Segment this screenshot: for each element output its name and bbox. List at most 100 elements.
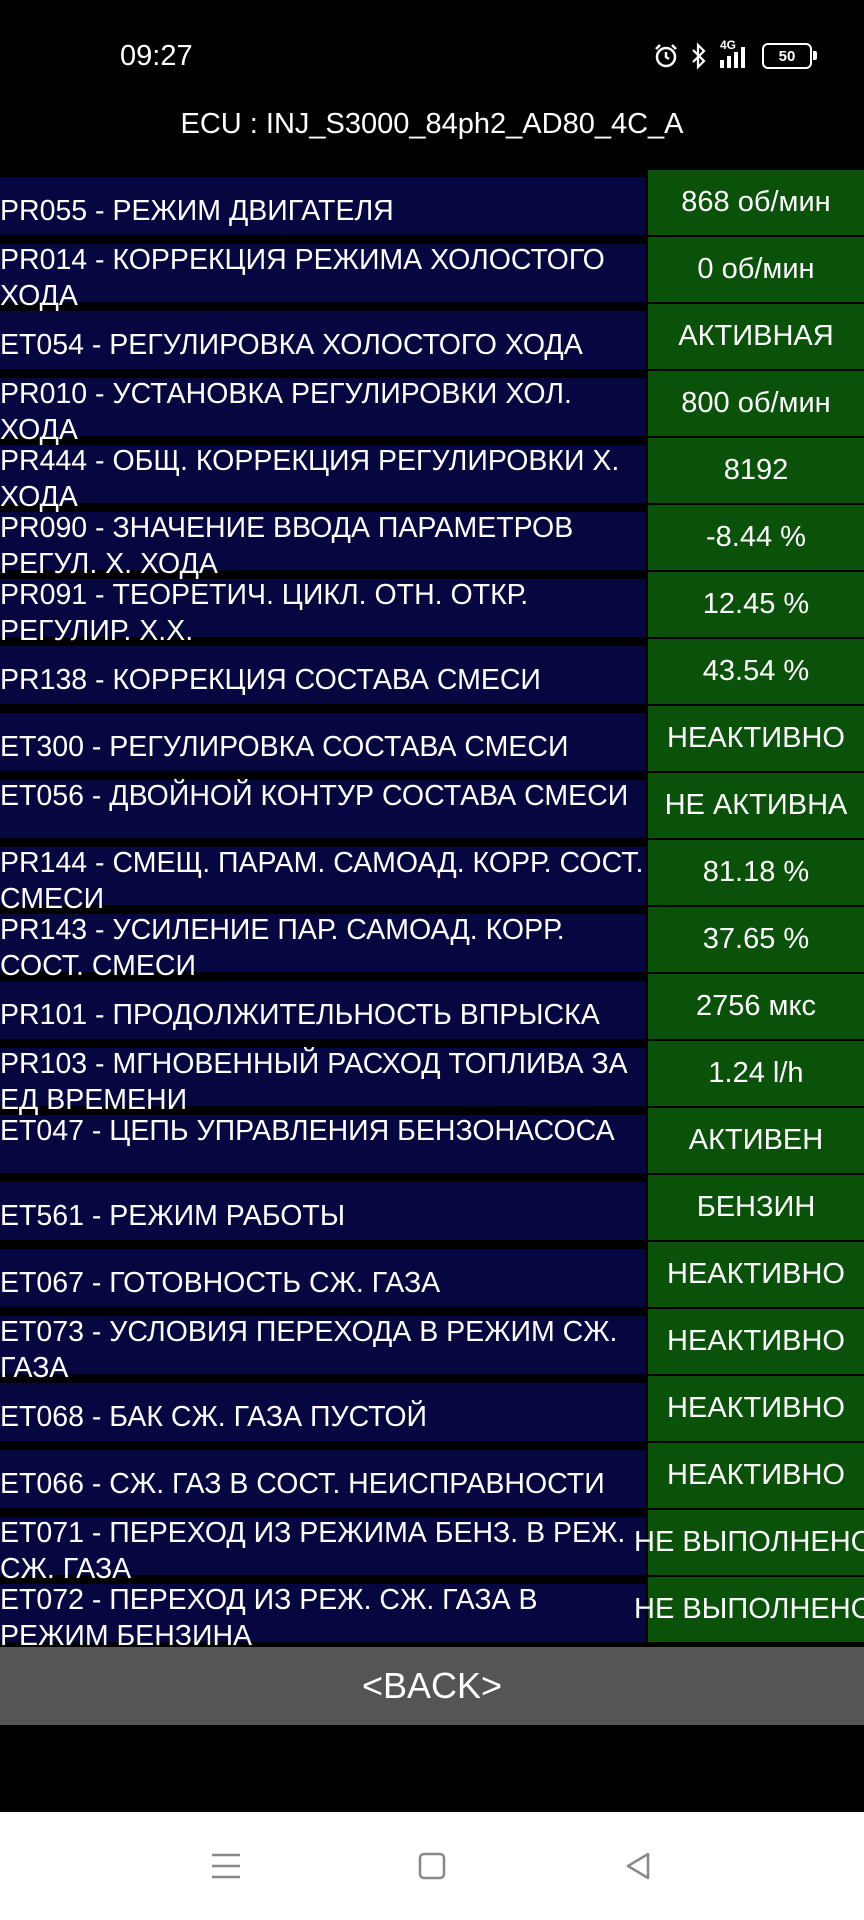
parameter-value: БЕНЗИН: [648, 1175, 864, 1240]
parameter-value-text: 37.65 %: [702, 923, 810, 955]
parameter-name: PR101 - ПРОДОЛЖИТЕЛЬНОСТЬ ВПРЫСКА: [0, 981, 646, 1039]
parameter-value: 0 об/мин: [648, 237, 864, 302]
parameter-row[interactable]: PR055 - РЕЖИМ ДВИГАТЕЛЯ 868 об/мин: [0, 170, 864, 237]
alarm-icon: [652, 42, 680, 70]
parameter-value-text: 8192: [723, 454, 789, 486]
parameter-row[interactable]: PR103 - МГНОВЕННЫЙ РАСХОД ТОПЛИВА ЗА ЕД …: [0, 1041, 864, 1116]
parameter-value: НЕАКТИВНО: [648, 706, 864, 771]
parameter-row[interactable]: PR138 - КОРРЕКЦИЯ СОСТАВА СМЕСИ 43.54 %: [0, 639, 864, 706]
parameter-name: PR010 - УСТАНОВКА РЕГУЛИРОВКИ ХОЛ. ХОДА: [0, 378, 646, 446]
parameter-name-text: PR101 - ПРОДОЛЖИТЕЛЬНОСТЬ ВПРЫСКА: [0, 999, 600, 1031]
parameter-row[interactable]: ET561 - РЕЖИМ РАБОТЫ БЕНЗИН: [0, 1175, 864, 1242]
parameter-name-text: ET072 - ПЕРЕХОД ИЗ РЕЖ. СЖ. ГАЗА В РЕЖИМ…: [0, 1584, 538, 1645]
ecu-title: ECU : INJ_S3000_84ph2_AD80_4C_A: [180, 108, 684, 140]
parameter-row[interactable]: ET071 - ПЕРЕХОД ИЗ РЕЖИМА БЕНЗ. В РЕЖ. С…: [0, 1510, 864, 1585]
parameter-name: PR143 - УСИЛЕНИЕ ПАР. САМОАД. КОРР. СОСТ…: [0, 914, 646, 982]
parameter-name: ET561 - РЕЖИМ РАБОТЫ: [0, 1182, 646, 1240]
parameter-value-text: 868 об/мин: [681, 186, 831, 218]
parameter-name: ET056 - ДВОЙНОЙ КОНТУР СОСТАВА СМЕСИ: [0, 780, 646, 838]
parameter-name: ET067 - ГОТОВНОСТЬ СЖ. ГАЗА: [0, 1249, 646, 1307]
parameter-row[interactable]: PR090 - ЗНАЧЕНИЕ ВВОДА ПАРАМЕТРОВ РЕГУЛ.…: [0, 505, 864, 580]
back-triangle-icon[interactable]: [614, 1842, 662, 1890]
parameter-value-text: НЕАКТИВНО: [667, 1392, 845, 1424]
parameter-name: ET300 - РЕГУЛИРОВКА СОСТАВА СМЕСИ: [0, 713, 646, 771]
signal-icon: 4G: [718, 38, 752, 70]
parameter-value-text: АКТИВНАЯ: [678, 320, 834, 352]
parameter-value-text: НЕ ВЫПОЛНЕНО: [634, 1526, 864, 1558]
parameter-row[interactable]: PR014 - КОРРЕКЦИЯ РЕЖИМА ХОЛОСТОГО ХОДА 0…: [0, 237, 864, 312]
parameter-name: PR055 - РЕЖИМ ДВИГАТЕЛЯ: [0, 177, 646, 235]
parameter-value: АКТИВЕН: [648, 1108, 864, 1173]
parameter-value-text: 800 об/мин: [681, 387, 831, 419]
parameter-row[interactable]: PR144 - СМЕЩ. ПАРАМ. САМОАД. КОРР. СОСТ.…: [0, 840, 864, 915]
parameter-value-text: НЕ АКТИВНА: [664, 789, 848, 821]
parameter-value-text: 12.45 %: [702, 588, 810, 620]
parameter-name: ET071 - ПЕРЕХОД ИЗ РЕЖИМА БЕНЗ. В РЕЖ. С…: [0, 1517, 646, 1585]
parameter-value: НЕ ВЫПОЛНЕНО: [634, 1577, 864, 1642]
parameter-name-text: ET047 - ЦЕПЬ УПРАВЛЕНИЯ БЕНЗОНАСОСА: [0, 1115, 615, 1147]
parameter-table[interactable]: PR055 - РЕЖИМ ДВИГАТЕЛЯ 868 об/мин PR014 -…: [0, 170, 864, 1645]
parameter-value: 1.24 l/h: [648, 1041, 864, 1106]
parameter-value-text: НЕАКТИВНО: [667, 722, 845, 754]
parameter-value-text: НЕАКТИВНО: [667, 1258, 845, 1290]
parameter-row[interactable]: ET067 - ГОТОВНОСТЬ СЖ. ГАЗА НЕАКТИВНО: [0, 1242, 864, 1309]
status-bar: 09:27 4G 50 ECU : INJ_S3000_84ph2_AD80_4…: [0, 0, 864, 140]
home-icon[interactable]: [408, 1842, 456, 1890]
parameter-name: ET072 - ПЕРЕХОД ИЗ РЕЖ. СЖ. ГАЗА В РЕЖИМ…: [0, 1584, 646, 1645]
parameter-value: 12.45 %: [648, 572, 864, 637]
parameter-name-text: ET054 - РЕГУЛИРОВКА ХОЛОСТОГО ХОДА: [0, 329, 583, 361]
parameter-row[interactable]: ET047 - ЦЕПЬ УПРАВЛЕНИЯ БЕНЗОНАСОСА АКТИВ…: [0, 1108, 864, 1175]
parameter-name: PR444 - ОБЩ. КОРРЕКЦИЯ РЕГУЛИРОВКИ Х. ХО…: [0, 445, 646, 513]
parameter-row[interactable]: ET300 - РЕГУЛИРОВКА СОСТАВА СМЕСИ НЕАКТИВ…: [0, 706, 864, 773]
parameter-row[interactable]: PR101 - ПРОДОЛЖИТЕЛЬНОСТЬ ВПРЫСКА 2756 мк…: [0, 974, 864, 1041]
parameter-row[interactable]: PR010 - УСТАНОВКА РЕГУЛИРОВКИ ХОЛ. ХОДА 8…: [0, 371, 864, 446]
parameter-name-text: ET300 - РЕГУЛИРОВКА СОСТАВА СМЕСИ: [0, 731, 569, 763]
parameter-value: 800 об/мин: [648, 371, 864, 436]
parameter-value: АКТИВНАЯ: [648, 304, 864, 369]
parameter-name: PR103 - МГНОВЕННЫЙ РАСХОД ТОПЛИВА ЗА ЕД …: [0, 1048, 646, 1116]
parameter-name: ET054 - РЕГУЛИРОВКА ХОЛОСТОГО ХОДА: [0, 311, 646, 369]
parameter-name: ET047 - ЦЕПЬ УПРАВЛЕНИЯ БЕНЗОНАСОСА: [0, 1115, 646, 1173]
parameter-row[interactable]: ET054 - РЕГУЛИРОВКА ХОЛОСТОГО ХОДА АКТИВН…: [0, 304, 864, 371]
parameter-name-text: ET561 - РЕЖИМ РАБОТЫ: [0, 1200, 346, 1232]
parameter-name-text: ET067 - ГОТОВНОСТЬ СЖ. ГАЗА: [0, 1267, 441, 1299]
parameter-value-text: 2756 мкс: [695, 990, 817, 1022]
parameter-value-text: НЕ ВЫПОЛНЕНО: [634, 1593, 864, 1625]
parameter-value-text: 43.54 %: [702, 655, 810, 687]
parameter-value-text: НЕАКТИВНО: [667, 1325, 845, 1357]
parameter-value: 868 об/мин: [648, 170, 864, 235]
parameter-row[interactable]: PR444 - ОБЩ. КОРРЕКЦИЯ РЕГУЛИРОВКИ Х. ХО…: [0, 438, 864, 513]
parameter-value-text: 1.24 l/h: [708, 1057, 804, 1089]
parameter-value: 43.54 %: [648, 639, 864, 704]
parameter-name-text: ET056 - ДВОЙНОЙ КОНТУР СОСТАВА СМЕСИ: [0, 780, 629, 812]
menu-icon[interactable]: [202, 1842, 250, 1890]
parameter-name: PR090 - ЗНАЧЕНИЕ ВВОДА ПАРАМЕТРОВ РЕГУЛ.…: [0, 512, 646, 580]
parameter-row[interactable]: ET073 - УСЛОВИЯ ПЕРЕХОДА В РЕЖИМ СЖ. ГАЗ…: [0, 1309, 864, 1384]
parameter-value-text: 0 об/мин: [697, 253, 815, 285]
parameter-name-text: PR055 - РЕЖИМ ДВИГАТЕЛЯ: [0, 195, 394, 227]
parameter-value: НЕАКТИВНО: [648, 1376, 864, 1441]
parameter-value-text: -8.44 %: [706, 521, 806, 553]
parameter-value: -8.44 %: [648, 505, 864, 570]
parameter-name: PR014 - КОРРЕКЦИЯ РЕЖИМА ХОЛОСТОГО ХОДА: [0, 244, 646, 312]
parameter-value: НЕАКТИВНО: [648, 1443, 864, 1508]
parameter-row[interactable]: ET068 - БАК СЖ. ГАЗА ПУСТОЙ НЕАКТИВНО: [0, 1376, 864, 1443]
parameter-row[interactable]: PR091 - ТЕОРЕТИЧ. ЦИКЛ. ОТН. ОТКР. РЕГУЛ…: [0, 572, 864, 647]
parameter-value: НЕ ВЫПОЛНЕНО: [634, 1510, 864, 1575]
parameter-row[interactable]: PR143 - УСИЛЕНИЕ ПАР. САМОАД. КОРР. СОСТ…: [0, 907, 864, 982]
parameter-value-text: 81.18 %: [702, 856, 810, 888]
back-button[interactable]: <BACK>: [0, 1647, 864, 1725]
battery-level: 50: [778, 47, 796, 65]
parameter-name: ET073 - УСЛОВИЯ ПЕРЕХОДА В РЕЖИМ СЖ. ГАЗ…: [0, 1316, 646, 1384]
navigation-bar: [0, 1812, 864, 1920]
parameter-name-text: ET066 - СЖ. ГАЗ В СОСТ. НЕИСПРАВНОСТИ: [0, 1468, 605, 1500]
parameter-row[interactable]: ET056 - ДВОЙНОЙ КОНТУР СОСТАВА СМЕСИ НЕ А…: [0, 773, 864, 840]
parameter-row[interactable]: ET072 - ПЕРЕХОД ИЗ РЕЖ. СЖ. ГАЗА В РЕЖИМ…: [0, 1577, 864, 1645]
parameter-row[interactable]: ET066 - СЖ. ГАЗ В СОСТ. НЕИСПРАВНОСТИ НЕА…: [0, 1443, 864, 1510]
parameter-name: PR144 - СМЕЩ. ПАРАМ. САМОАД. КОРР. СОСТ.…: [0, 847, 646, 915]
parameter-name-text: ET068 - БАК СЖ. ГАЗА ПУСТОЙ: [0, 1401, 427, 1433]
parameter-value: НЕАКТИВНО: [648, 1242, 864, 1307]
parameter-name-text: PR138 - КОРРЕКЦИЯ СОСТАВА СМЕСИ: [0, 664, 541, 696]
parameter-name: ET068 - БАК СЖ. ГАЗА ПУСТОЙ: [0, 1383, 646, 1441]
network-type: 4G: [720, 38, 737, 52]
